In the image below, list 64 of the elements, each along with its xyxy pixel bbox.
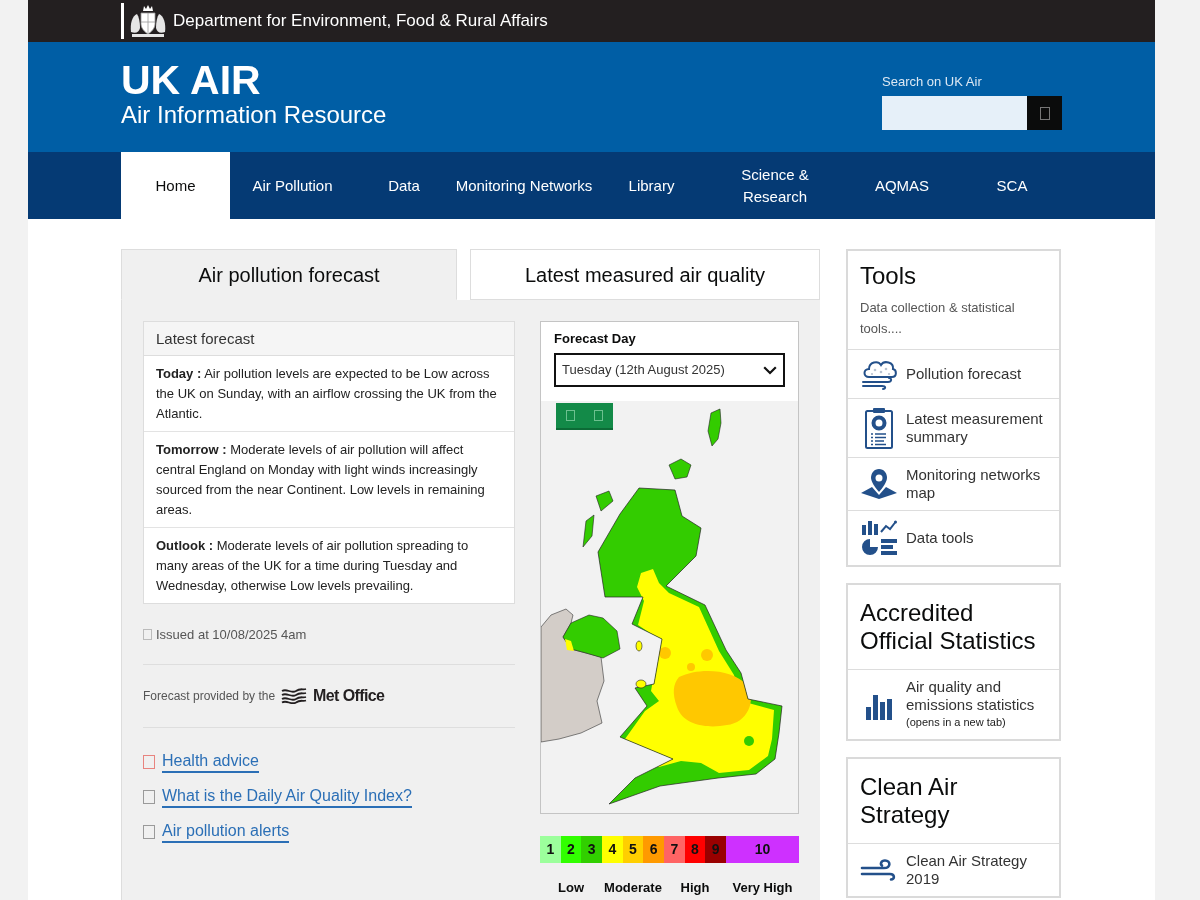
sidebar-link[interactable]: Clean Air Strategy 2019	[848, 843, 1059, 896]
cloud-wind-icon	[860, 358, 898, 390]
band-label: Low	[557, 879, 585, 897]
sidebar-link[interactable]: Data tools	[848, 510, 1059, 565]
forecast-text: Today : Air pollution levels are expected to be Low across the UK on Sunday, with an airflow crossing the UK from the Atlantic.	[155, 365, 498, 423]
card-title: Clean Air Strategy	[860, 773, 959, 829]
index-level-chip: 5	[622, 836, 644, 863]
search-field[interactable]	[882, 96, 1027, 130]
index-level-chip: 2	[560, 836, 582, 863]
index-level-chip: 4	[602, 836, 623, 863]
sidebar-link[interactable]: Air quality and emissions statistics (opens in a new tab)	[848, 669, 1059, 739]
chevron-down-icon	[763, 365, 777, 375]
search-button[interactable]	[1027, 96, 1062, 130]
crest-icon	[128, 4, 168, 38]
index-level-chip: 7	[664, 836, 685, 863]
wave-lines-icon	[281, 687, 308, 704]
card-header: Latest forecast	[144, 322, 514, 356]
index-level-chip: 9	[705, 836, 726, 863]
forecast-text: Tomorrow : Moderate levels of air pollution will affect central England on Monday with light winds increasingly sourced from the near Continent. Low levels in remaining areas.	[144, 431, 514, 527]
index-level-chip: 6	[643, 836, 664, 863]
band-label: Very High	[731, 879, 794, 897]
card-title: Tools	[860, 262, 918, 290]
issued-time: Issued at 10/08/2025 4am	[156, 626, 307, 644]
nav-link[interactable]: Home	[121, 152, 230, 219]
tab[interactable]: Latest measured air quality	[470, 249, 820, 300]
wind-icon	[860, 859, 898, 881]
sidebar-link[interactable]: Latest measurement summary	[848, 398, 1059, 457]
card-description: Data collection & statistical tools....	[860, 299, 1016, 338]
nav-link[interactable]: Science & Research	[708, 152, 842, 219]
index-level-chip: 3	[581, 836, 602, 863]
link[interactable]: Air pollution alerts	[162, 820, 290, 843]
day-select[interactable]: Tuesday (12th August 2025)	[554, 353, 785, 387]
nav-link[interactable]: Library	[595, 152, 708, 219]
card-title: Accredited Official Statistics	[860, 599, 1037, 655]
site-subtitle: Air Information Resource	[121, 101, 387, 129]
search-label: Search on UK Air	[882, 74, 982, 90]
provider-text: Forecast provided by the	[143, 687, 276, 705]
outline-square-icon	[594, 410, 604, 421]
forecast-text: Outlook : Moderate levels of air pollution spreading to many areas of the UK for a time during Tuesday and Wednesday, otherwise Low levels prevailing.	[144, 527, 514, 603]
band-label: High	[679, 879, 711, 897]
sidebar-link[interactable]: Monitoring networks map	[848, 457, 1059, 510]
provider-logo-text: Met Office	[313, 685, 385, 706]
site-title: UK AIR	[121, 60, 262, 100]
clipboard-chart-icon	[865, 407, 893, 449]
tab[interactable]: Air pollution forecast	[121, 249, 457, 300]
link[interactable]: Health advice	[162, 750, 259, 773]
agency-name: Department for Environment, Food & Rural Affairs	[173, 11, 548, 31]
link[interactable]: What is the Daily Air Quality Index?	[162, 785, 412, 808]
outline-square-icon	[565, 410, 575, 421]
nav-link[interactable]: SCA	[962, 152, 1062, 219]
nav-link[interactable]: Air Pollution	[230, 152, 355, 219]
outline-square-icon	[1039, 106, 1050, 120]
nav-link[interactable]: Monitoring Networks	[453, 152, 595, 219]
index-level-chip: 1	[540, 836, 561, 863]
charts-icon	[860, 519, 898, 557]
band-label: Moderate	[603, 879, 663, 897]
sidebar-link[interactable]: Pollution forecast	[848, 349, 1059, 398]
nav-link[interactable]: Data	[355, 152, 453, 219]
index-level-chip: 10	[726, 836, 799, 863]
forecast-day-label: Forecast Day	[554, 331, 637, 347]
map-pin-icon	[860, 468, 898, 500]
outline-square-icon	[143, 629, 152, 641]
index-level-chip: 8	[684, 836, 706, 863]
nav-link[interactable]: AQMAS	[842, 152, 962, 219]
